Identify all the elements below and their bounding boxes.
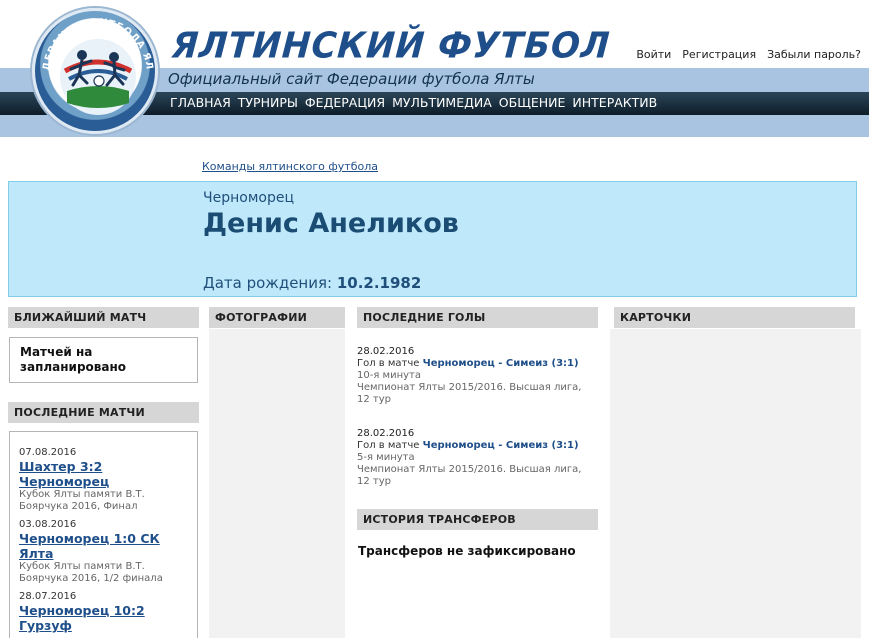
- section-last-matches: ПОСЛЕДНИЕ МАТЧИ: [8, 402, 199, 423]
- nav-item-interactive[interactable]: ИНТЕРАКТИВ: [572, 95, 657, 111]
- goal-date: 28.02.2016: [357, 428, 415, 439]
- birthdate-value: 10.2.1982: [336, 274, 422, 292]
- goal-entry: 28.02.2016 Гол в матче Черноморец - Симе…: [357, 346, 597, 406]
- match-link[interactable]: Черноморец 10:2 Гурзуф: [19, 603, 188, 633]
- section-transfers: ИСТОРИЯ ТРАНСФЕРОВ: [357, 509, 598, 530]
- match-tournament: Кубок Ялты памяти В.Т. Боярчука 2016, Фи…: [19, 489, 145, 512]
- section-last-goals: ПОСЛЕДНИЕ ГОЛЫ: [357, 307, 598, 328]
- list-item: 07.08.2016 Шахтер 3:2 Черноморец Кубок Я…: [19, 447, 188, 513]
- match-date: 03.08.2016: [19, 519, 77, 530]
- federation-logo[interactable]: ФЕДЕРАЦИЯ ФУТБОЛА ЯЛТЫ: [32, 8, 158, 134]
- goal-entry: 28.02.2016 Гол в матче Черноморец - Симе…: [357, 428, 597, 488]
- goal-tournament: Чемпионат Ялты 2015/2016. Высшая лига, 1…: [357, 464, 582, 487]
- register-link[interactable]: Регистрация: [682, 48, 756, 61]
- cards-area: [610, 329, 861, 638]
- goal-date: 28.02.2016: [357, 346, 415, 357]
- nav-item-community[interactable]: ОБЩЕНИЕ: [499, 95, 566, 111]
- no-transfers-text: Трансферов не зафиксировано: [358, 544, 576, 558]
- section-cards: КАРТОЧКИ: [614, 307, 855, 328]
- goal-prefix: Гол в матче: [357, 358, 420, 369]
- site-title[interactable]: ЯЛТИНСКИЙ ФУТБОЛ: [171, 25, 612, 67]
- section-photos: ФОТОГРАФИИ: [209, 307, 345, 328]
- breadcrumb-link[interactable]: Команды ялтинского футбола: [202, 160, 378, 173]
- section-next-match: БЛИЖАЙШИЙ МАТЧ: [8, 307, 199, 328]
- login-link[interactable]: Войти: [636, 48, 671, 61]
- last-matches-list: 07.08.2016 Шахтер 3:2 Черноморец Кубок Я…: [9, 431, 198, 638]
- nav-item-tournaments[interactable]: ТУРНИРЫ: [238, 95, 298, 111]
- birthdate-label: Дата рождения:: [203, 274, 333, 292]
- player-banner: Черноморец Денис Анеликов Дата рождения:…: [8, 181, 857, 297]
- player-birthdate: Дата рождения: 10.2.1982: [203, 274, 421, 292]
- list-item: 03.08.2016 Черноморец 1:0 СК Ялта Кубок …: [19, 519, 188, 585]
- logo-emblem-icon: ФЕДЕРАЦИЯ ФУТБОЛА ЯЛТЫ: [35, 11, 154, 115]
- match-date: 07.08.2016: [19, 447, 77, 458]
- main-nav: ГЛАВНАЯ ТУРНИРЫ ФЕДЕРАЦИЯ МУЛЬТИМЕДИА ОБ…: [170, 95, 664, 111]
- match-link[interactable]: Шахтер 3:2 Черноморец: [19, 459, 188, 489]
- goal-match-link[interactable]: Черноморец - Симеиз (3:1): [423, 358, 579, 369]
- goal-minute: 10-я минута: [357, 370, 421, 381]
- goal-tournament: Чемпионат Ялты 2015/2016. Высшая лига, 1…: [357, 382, 582, 405]
- match-tournament: Кубок Ялты памяти В.Т. Боярчука 2016, 1/…: [19, 561, 163, 584]
- site-subtitle: Официальный сайт Федерации футбола Ялты: [168, 70, 535, 88]
- nav-item-federation[interactable]: ФЕДЕРАЦИЯ: [305, 95, 385, 111]
- player-team: Черноморец: [203, 190, 294, 206]
- goal-minute: 5-я минута: [357, 452, 415, 463]
- forgot-password-link[interactable]: Забыли пароль?: [767, 48, 861, 61]
- goal-match-line: Гол в матче Черноморец - Симеиз (3:1): [357, 440, 597, 452]
- photos-area: [209, 329, 345, 638]
- site-header: ФЕДЕРАЦИЯ ФУТБОЛА ЯЛТЫ ЯЛТИНСКИЙ ФУТБОЛ …: [0, 0, 869, 137]
- goal-prefix: Гол в матче: [357, 440, 420, 451]
- nav-item-home[interactable]: ГЛАВНАЯ: [170, 95, 231, 111]
- list-item: 28.07.2016 Черноморец 10:2 Гурзуф: [19, 591, 188, 633]
- goal-match-link[interactable]: Черноморец - Симеиз (3:1): [423, 440, 579, 451]
- match-date: 28.07.2016: [19, 591, 77, 602]
- nav-item-multimedia[interactable]: МУЛЬТИМЕДИА: [392, 95, 492, 111]
- auth-links: Войти Регистрация Забыли пароль?: [625, 48, 861, 61]
- player-name: Денис Анеликов: [203, 208, 459, 239]
- goal-match-line: Гол в матче Черноморец - Симеиз (3:1): [357, 358, 597, 370]
- no-upcoming-matches: Матчей на запланировано: [9, 337, 198, 383]
- match-link[interactable]: Черноморец 1:0 СК Ялта: [19, 531, 188, 561]
